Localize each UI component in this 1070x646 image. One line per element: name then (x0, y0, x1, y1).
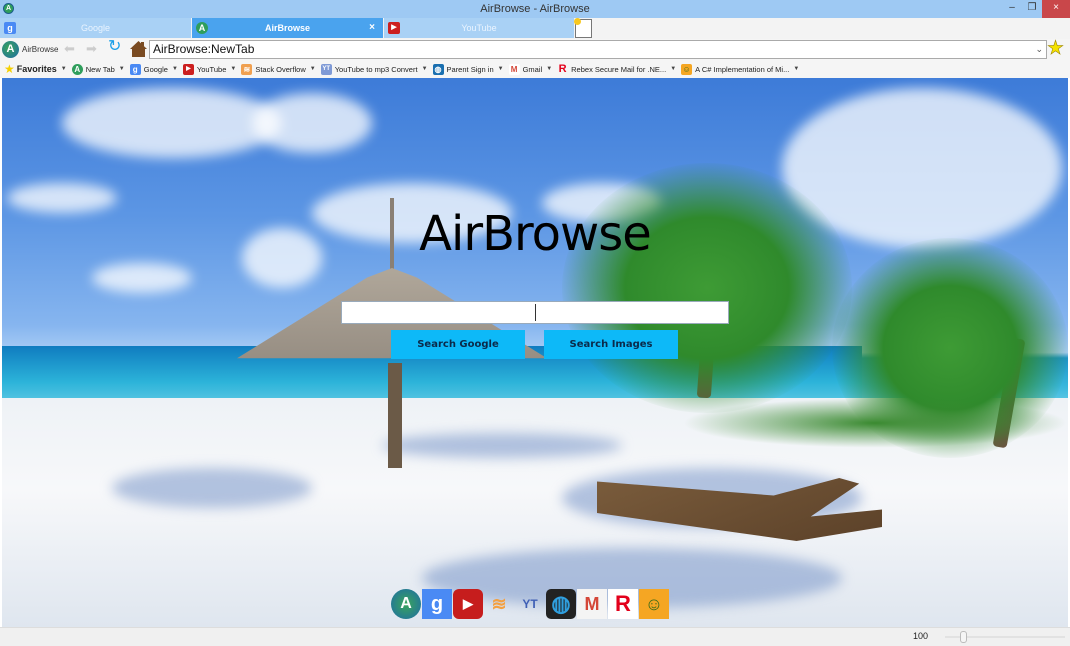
android-icon[interactable]: ☺ (639, 589, 669, 619)
favorite-item-youtube-mp3[interactable]: YT YouTube to mp3 Convert ▼ (320, 63, 428, 75)
favorite-label: A C# Implementation of Mi... (695, 64, 790, 74)
favorite-label: YouTube to mp3 Convert (334, 64, 418, 74)
dropdown-arrow-icon: ▼ (230, 66, 237, 72)
search-images-button[interactable]: Search Images (544, 330, 678, 359)
stackoverflow-icon: ≋ (241, 63, 253, 75)
dropdown-arrow-icon: ▼ (793, 66, 800, 72)
airbrowse-icon: A (71, 63, 83, 75)
back-button[interactable]: ⬅ (64, 42, 75, 56)
android-icon: ☺ (681, 63, 693, 75)
title-bar: A AirBrowse - AirBrowse – ❐ × (0, 0, 1070, 18)
airbrowse-logo-icon: A (2, 41, 19, 58)
status-bar: 100 (0, 627, 1070, 646)
gmail-icon[interactable]: M (577, 589, 607, 619)
globe-icon: ◍ (432, 63, 444, 75)
home-icon[interactable] (130, 40, 147, 58)
text-caret (535, 304, 536, 321)
favorites-menu[interactable]: ★ Favorites ▼ (4, 62, 67, 76)
favorite-item-new-tab[interactable]: A New Tab ▼ (71, 63, 125, 75)
globe-icon[interactable]: ◍ (546, 589, 576, 619)
new-tab-page: AirBrowse Search Google Search Images A … (2, 78, 1068, 627)
maximize-button[interactable]: ❐ (1022, 0, 1042, 18)
dropdown-arrow-icon: ▼ (309, 66, 316, 72)
favorite-label: Stack Overflow (255, 64, 306, 74)
dropdown-arrow-icon: ▼ (60, 66, 67, 72)
favorite-item-csharp[interactable]: ☺ A C# Implementation of Mi... ▼ (681, 63, 800, 75)
tab-google[interactable]: g Google (0, 18, 191, 38)
google-icon: g (129, 63, 141, 75)
dropdown-arrow-icon: ▼ (171, 66, 178, 72)
close-button[interactable]: × (1042, 0, 1070, 18)
favorite-label: Gmail (522, 64, 543, 74)
favorite-label: Parent Sign in (446, 64, 494, 74)
page-heading: AirBrowse (419, 206, 652, 262)
tab-close-icon[interactable]: × (369, 18, 375, 38)
favorite-item-parent-sign-in[interactable]: ◍ Parent Sign in ▼ (432, 63, 504, 75)
favorite-item-youtube[interactable]: ▶ YouTube ▼ (182, 63, 237, 75)
address-bar[interactable]: AirBrowse:NewTab ⌄ (149, 40, 1047, 59)
minimize-button[interactable]: – (1002, 0, 1022, 18)
forward-button[interactable]: ➡ (86, 42, 97, 56)
zoom-slider-thumb[interactable] (960, 631, 967, 643)
rebex-icon[interactable]: R (608, 589, 638, 619)
dropdown-arrow-icon: ▼ (670, 66, 677, 72)
address-text: AirBrowse:NewTab (153, 42, 255, 56)
brand-label: AirBrowse (22, 45, 59, 54)
quick-launch-dock: A g ▶ ≋ YT ◍ M R ☺ (391, 589, 669, 619)
favorite-item-gmail[interactable]: M Gmail ▼ (508, 63, 553, 75)
add-favorite-star-icon[interactable]: ★ (1047, 38, 1065, 59)
tab-bar: g Google A AirBrowse × ▶ YouTube (0, 18, 1070, 39)
dropdown-arrow-icon: ▼ (118, 66, 125, 72)
favorites-star-icon: ★ (4, 62, 15, 76)
google-icon[interactable]: g (422, 589, 452, 619)
favorite-item-rebex[interactable]: R Rebex Secure Mail for .NE... ▼ (557, 62, 677, 75)
tab-label: Google (80, 23, 111, 33)
favorite-item-stack-overflow[interactable]: ≋ Stack Overflow ▼ (241, 63, 316, 75)
favorites-title: Favorites (16, 64, 57, 74)
reload-button[interactable]: ↻ (108, 39, 121, 55)
stackoverflow-icon[interactable]: ≋ (484, 589, 514, 619)
zoom-value: 100 (913, 631, 929, 641)
navigation-bar: A AirBrowse ⬅ ➡ ↻ AirBrowse:NewTab ⌄ ★ (0, 38, 1070, 60)
airbrowse-icon[interactable]: A (391, 589, 421, 619)
tab-youtube[interactable]: ▶ YouTube (384, 18, 574, 38)
tab-label: AirBrowse (264, 23, 310, 33)
new-tab-button[interactable] (574, 18, 592, 38)
window-title: AirBrowse - AirBrowse (480, 3, 590, 15)
youtube-icon[interactable]: ▶ (453, 589, 483, 619)
address-dropdown-icon[interactable]: ⌄ (1035, 41, 1043, 58)
favorite-label: Google (143, 64, 168, 74)
search-google-button[interactable]: Search Google (391, 330, 525, 359)
ytmp3-icon[interactable]: YT (515, 589, 545, 619)
favorite-label: YouTube (196, 64, 227, 74)
dropdown-arrow-icon: ▼ (546, 66, 553, 72)
favorite-label: New Tab (85, 64, 115, 74)
dropdown-arrow-icon: ▼ (421, 66, 428, 72)
youtube-icon: ▶ (182, 63, 194, 75)
favorites-bar: ★ Favorites ▼ A New Tab ▼ g Google ▼ ▶ Y… (0, 60, 1070, 78)
gmail-icon: M (508, 63, 520, 75)
favorite-label: Rebex Secure Mail for .NE... (571, 64, 667, 74)
rebex-icon: R (558, 62, 567, 75)
favorite-item-google[interactable]: g Google ▼ (129, 63, 178, 75)
dropdown-arrow-icon: ▼ (497, 66, 504, 72)
tab-airbrowse[interactable]: A AirBrowse × (192, 18, 383, 38)
brand[interactable]: A AirBrowse (2, 40, 58, 59)
tab-label: YouTube (461, 23, 497, 33)
ytmp3-icon: YT (320, 63, 332, 75)
